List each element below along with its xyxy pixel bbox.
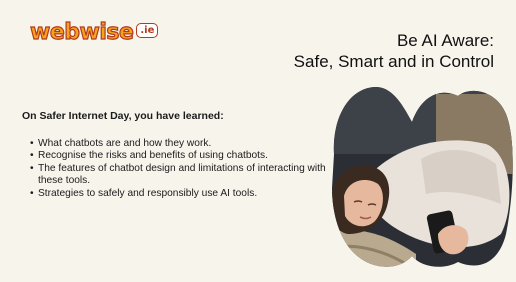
learning-list: What chatbots are and how they work. Rec… xyxy=(30,138,330,200)
list-item: Recognise the risks and benefits of usin… xyxy=(30,150,330,163)
title-line-1: Be AI Aware: xyxy=(396,31,494,50)
logo-domain-badge: .ie xyxy=(136,22,159,38)
list-item: What chatbots are and how they work. xyxy=(30,138,330,151)
page-title: Be AI Aware: Safe, Smart and in Control xyxy=(294,30,494,72)
photo-person-with-phone xyxy=(332,86,513,267)
title-line-2: Safe, Smart and in Control xyxy=(293,52,494,71)
intro-heading: On Safer Internet Day, you have learned: xyxy=(22,110,224,122)
logo-wordmark: webwise xyxy=(29,20,134,45)
list-item: Strategies to safely and responsibly use… xyxy=(30,188,330,201)
webwise-logo: webwise .ie xyxy=(29,20,159,45)
list-item: The features of chatbot design and limit… xyxy=(30,163,330,188)
